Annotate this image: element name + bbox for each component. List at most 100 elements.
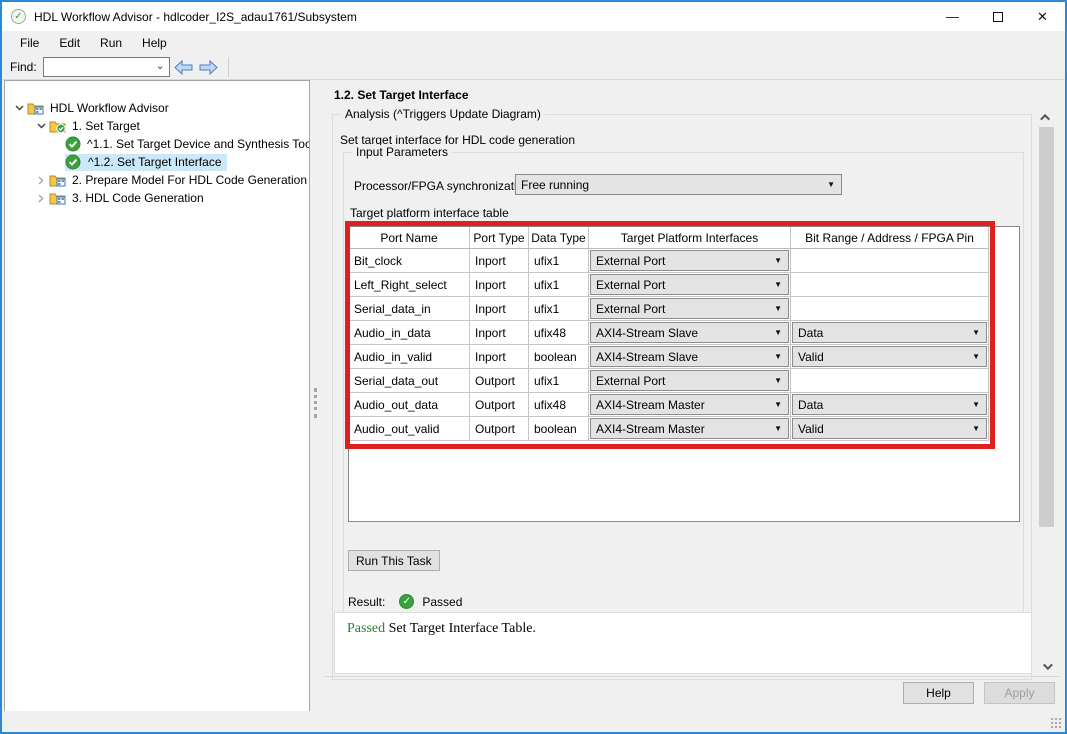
scrollbar-up-button[interactable] <box>1038 109 1055 125</box>
tree-item-set-target-interface[interactable]: ^1.2. Set Target Interface <box>5 153 309 171</box>
menu-run[interactable]: Run <box>90 33 132 53</box>
chevron-down-icon[interactable] <box>33 123 49 129</box>
dropdown-arrow-icon: ▼ <box>972 400 980 409</box>
scrollbar-thumb[interactable] <box>1039 127 1054 527</box>
folder-check-icon <box>49 119 66 134</box>
tree-item-hdl-code-generation[interactable]: 3. HDL Code Generation <box>5 189 309 207</box>
task-title: 1.2. Set Target Interface <box>334 88 469 102</box>
workflow-folder-icon <box>49 173 66 188</box>
scrollbar-down-button[interactable] <box>1038 658 1055 674</box>
dropdown-arrow-icon: ▼ <box>972 352 980 361</box>
table-row: Audio_out_validOutportbooleanAXI4-Stream… <box>349 417 989 441</box>
target-platform-interface-dropdown-value: AXI4-Stream Master <box>596 398 705 412</box>
sync-dropdown-value: Free running <box>521 178 589 192</box>
table-row: Left_Right_selectInportufix1External Por… <box>349 273 989 297</box>
chevron-right-icon[interactable] <box>33 194 49 203</box>
chevron-right-icon <box>38 194 44 203</box>
bit-range-cell-empty <box>791 369 989 392</box>
tree-item-set-target-device[interactable]: ^1.1. Set Target Device and Synthesis To… <box>5 135 309 153</box>
bit-range-dropdown[interactable]: Valid▼ <box>792 418 987 439</box>
target-platform-interface-dropdown[interactable]: AXI4-Stream Slave ▼ <box>590 346 789 367</box>
chevron-right-icon[interactable] <box>33 176 49 185</box>
chevron-down-icon[interactable] <box>11 105 27 111</box>
target-platform-interface-dropdown-value: External Port <box>596 278 665 292</box>
chevron-down-icon <box>37 123 46 129</box>
table-row: Serial_data_inInportufix1External Port▼ <box>349 297 989 321</box>
target-platform-interface-dropdown[interactable]: External Port▼ <box>590 274 789 295</box>
tree-item-set-target[interactable]: 1. Set Target <box>5 117 309 135</box>
help-button[interactable]: Help <box>903 682 974 704</box>
tree-item-prepare-model[interactable]: 2. Prepare Model For HDL Code Generation <box>5 171 309 189</box>
menu-help[interactable]: Help <box>132 33 177 53</box>
scroll-up-icon <box>1040 113 1050 123</box>
data-type-cell: ufix48 <box>529 321 589 344</box>
target-platform-interface-dropdown-cell: External Port▼ <box>589 369 791 392</box>
find-input[interactable] <box>47 59 152 75</box>
bit-range-dropdown-cell: Data▼ <box>791 321 989 344</box>
run-this-task-button[interactable]: Run This Task <box>348 550 440 571</box>
bit-range-dropdown-value: Valid <box>798 422 824 436</box>
column-header-port-name: Port Name <box>349 227 470 248</box>
port-type-cell: Inport <box>470 249 529 272</box>
resize-grip[interactable] <box>1051 718 1062 729</box>
data-type-cell: ufix1 <box>529 273 589 296</box>
chevron-down-icon[interactable]: ⌄ <box>155 59 164 72</box>
find-next-button[interactable] <box>198 57 220 77</box>
apply-button[interactable]: Apply <box>984 682 1055 704</box>
target-platform-interface-dropdown-value: AXI4-Stream Slave <box>596 326 698 340</box>
dropdown-arrow-icon: ▼ <box>774 328 782 337</box>
target-platform-interface-dropdown[interactable]: External Port▼ <box>590 298 789 319</box>
target-platform-interface-dropdown[interactable]: AXI4-Stream Master ▼ <box>590 394 789 415</box>
bit-range-dropdown[interactable]: Data▼ <box>792 322 987 343</box>
status-bar <box>2 711 1065 732</box>
port-name-cell: Serial_data_in <box>349 297 470 320</box>
bit-range-dropdown[interactable]: Valid▼ <box>792 346 987 367</box>
sync-dropdown[interactable]: Free running ▼ <box>515 174 842 195</box>
chevron-right-icon <box>38 176 44 185</box>
port-name-cell: Audio_in_data <box>349 321 470 344</box>
panel-splitter[interactable] <box>314 388 317 418</box>
menu-bar: File Edit Run Help <box>2 31 1065 55</box>
target-platform-interface-dropdown-cell: External Port▼ <box>589 297 791 320</box>
minimize-button[interactable]: — <box>930 2 975 31</box>
tree-item-hdl-workflow-advisor[interactable]: HDL Workflow Advisor <box>5 99 309 117</box>
maximize-button[interactable] <box>975 2 1020 31</box>
bit-range-dropdown[interactable]: Data ▼ <box>792 394 987 415</box>
bit-range-dropdown-cell: Data ▼ <box>791 393 989 416</box>
port-type-cell: Inport <box>470 321 529 344</box>
toolbar-separator <box>228 57 229 77</box>
target-platform-interface-dropdown-value: AXI4-Stream Slave <box>596 350 698 364</box>
port-name-cell: Serial_data_out <box>349 369 470 392</box>
target-platform-interface-dropdown[interactable]: External Port▼ <box>590 250 789 271</box>
dropdown-arrow-icon: ▼ <box>774 304 782 313</box>
bit-range-cell-empty <box>791 273 989 296</box>
workflow-tree-panel: HDL Workflow Advisor 1. Set Target ^1.1.… <box>4 80 310 713</box>
target-platform-interface-dropdown[interactable]: AXI4-Stream Master▼ <box>590 418 789 439</box>
dropdown-arrow-icon: ▼ <box>774 400 782 409</box>
dropdown-arrow-icon: ▼ <box>774 352 782 361</box>
target-platform-interface-dropdown[interactable]: External Port▼ <box>590 370 789 391</box>
workflow-folder-icon <box>49 191 66 206</box>
find-previous-button[interactable] <box>173 57 195 77</box>
passed-check-icon: ✓ <box>399 594 414 609</box>
tree-item-label: HDL Workflow Advisor <box>48 101 171 115</box>
bit-range-dropdown-value: Data <box>798 398 823 412</box>
bit-range-dropdown-cell: Valid▼ <box>791 345 989 368</box>
target-platform-interface-dropdown-cell: External Port▼ <box>589 249 791 272</box>
table-row: Bit_clockInportufix1External Port▼ <box>349 249 989 273</box>
find-combobox[interactable]: ⌄ <box>43 57 170 77</box>
bit-range-dropdown-value: Data <box>798 326 823 340</box>
menu-file[interactable]: File <box>10 33 49 53</box>
port-type-cell: Outport <box>470 369 529 392</box>
close-button[interactable]: ✕ <box>1020 2 1065 31</box>
table-row: Audio_out_dataOutportufix48AXI4-Stream M… <box>349 393 989 417</box>
analysis-groupbox-legend: Analysis (^Triggers Update Diagram) <box>341 107 545 121</box>
menu-edit[interactable]: Edit <box>49 33 90 53</box>
result-label: Result: <box>348 595 385 609</box>
vertical-scrollbar[interactable] <box>1038 109 1055 674</box>
target-platform-interface-dropdown[interactable]: AXI4-Stream Slave ▼ <box>590 322 789 343</box>
target-platform-interface-dropdown-value: External Port <box>596 254 665 268</box>
data-type-cell: boolean <box>529 417 589 440</box>
interface-table-label: Target platform interface table <box>350 206 509 220</box>
forward-arrow-icon <box>199 60 218 75</box>
